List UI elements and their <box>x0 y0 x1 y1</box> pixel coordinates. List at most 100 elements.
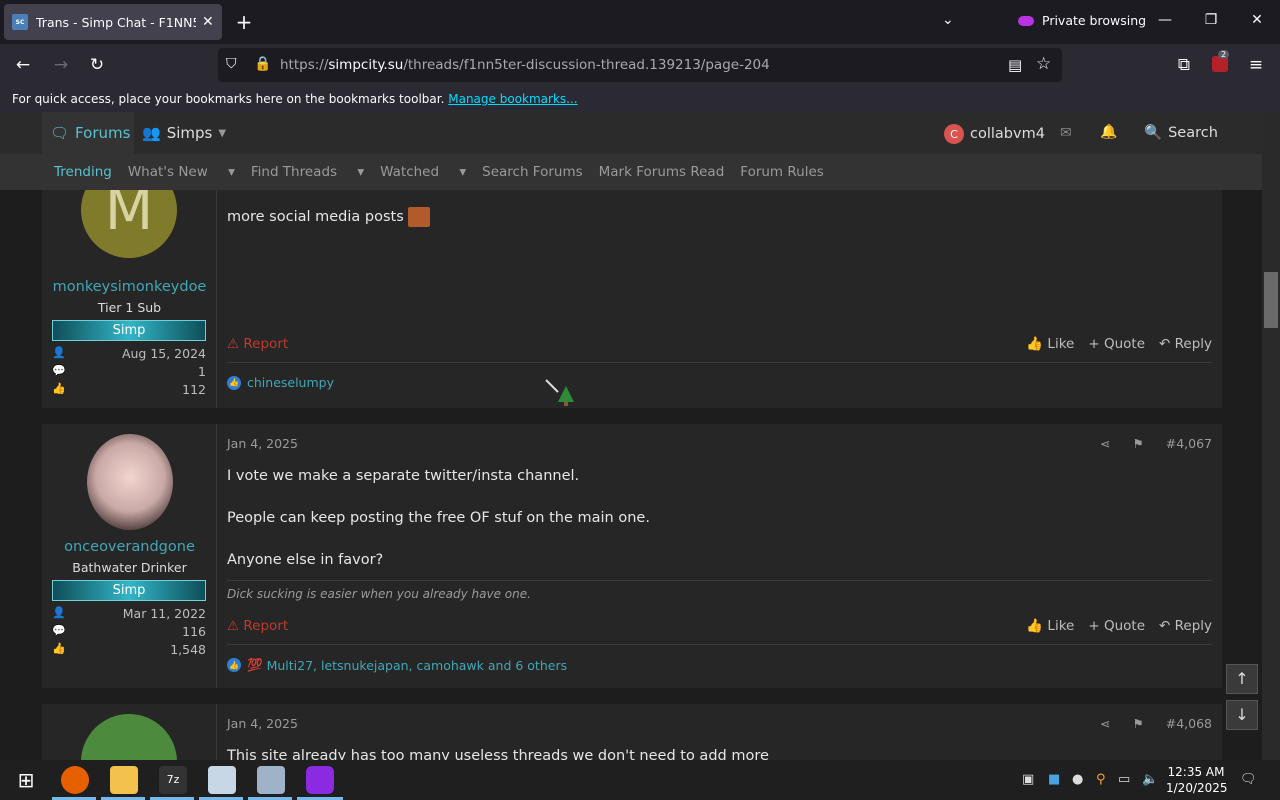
report-link[interactable]: ⚠ Report <box>227 618 288 634</box>
user-column <box>42 704 217 760</box>
post-main: more social media posts ⚠ Report 👍 Like … <box>227 172 1212 408</box>
account-menu[interactable]: C collabvm4 <box>944 124 1045 144</box>
stat-reactions: 👍 112 <box>52 382 206 397</box>
tab-forums[interactable]: 🗨 Forums <box>42 112 134 154</box>
comment-icon: 💬 <box>52 624 66 637</box>
quote-button[interactable]: + Quote <box>1088 336 1145 352</box>
url-bar[interactable]: ⛉ 🔒 https://simpcity.su/threads/f1nn5ter… <box>218 48 1062 82</box>
clock[interactable]: 12:35 AM 1/20/2025 <box>1166 764 1228 796</box>
share-icon[interactable]: ⋖ <box>1100 716 1110 731</box>
post-date[interactable]: Jan 4, 2025 <box>227 716 298 731</box>
reader-view-icon[interactable]: ▤ <box>1008 56 1022 74</box>
bell-icon[interactable]: 🔔 <box>1100 124 1117 140</box>
like-button[interactable]: 👍 Like <box>1026 336 1074 352</box>
tray-search-icon[interactable]: ⚲ <box>1096 772 1106 787</box>
post: M monkeysimonkeydoe Tier 1 Sub Simp 👤 Aug… <box>42 162 1222 408</box>
windows-start-icon[interactable]: ⊞ <box>12 766 40 794</box>
tab-close-icon[interactable]: ✕ <box>202 14 214 30</box>
subnav-whats-new[interactable]: What's New ▾ <box>128 164 235 180</box>
menu-icon[interactable]: ≡ <box>1245 54 1267 76</box>
scrollbar-thumb[interactable] <box>1264 272 1278 328</box>
subnav-trending[interactable]: Trending <box>54 164 112 180</box>
report-link[interactable]: ⚠ Report <box>227 336 288 352</box>
clock-date: 1/20/2025 <box>1166 781 1228 795</box>
subnav-watched[interactable]: Watched ▾ <box>380 164 466 180</box>
new-tab-icon[interactable]: + <box>232 10 256 34</box>
tray-drop-icon[interactable]: ● <box>1072 772 1083 787</box>
restore-icon[interactable]: ❐ <box>1201 10 1221 30</box>
tab-simps-label: Simps <box>166 124 213 142</box>
private-mask-icon <box>1018 15 1034 26</box>
search-icon: 🔍 <box>1144 125 1163 141</box>
search-button[interactable]: 🔍 Search <box>1144 124 1218 142</box>
reload-icon[interactable]: ↻ <box>86 54 108 76</box>
post-number[interactable]: #4,068 <box>1166 716 1212 731</box>
reactors-link[interactable]: Multi27, letsnukejapan, camohawk and 6 o… <box>267 658 568 673</box>
inbox-icon[interactable]: ✉ <box>1060 125 1072 141</box>
volume-icon[interactable]: 🔈 <box>1142 772 1158 787</box>
extensions-icon[interactable]: ⧉ <box>1173 54 1195 76</box>
post-date[interactable]: Jan 4, 2025 <box>227 436 298 451</box>
subnav-forum-rules[interactable]: Forum Rules <box>740 164 824 180</box>
post-text: This site already has too many useless t… <box>227 748 769 760</box>
username[interactable]: monkeysimonkeydoe <box>42 279 217 295</box>
notifications-icon[interactable]: 🗨 <box>1240 772 1257 787</box>
subnav-mark-read[interactable]: Mark Forums Read <box>599 164 725 180</box>
back-icon[interactable]: ← <box>12 54 34 76</box>
firefox-private-icon[interactable] <box>306 766 334 794</box>
tab-forums-label: Forums <box>75 124 131 142</box>
tab-strip: SC Trans - Simp Chat - F1NN5TER ✕ + ⌄ Pr… <box>0 0 1280 44</box>
tab-simps[interactable]: 👥 Simps ▼ <box>142 112 226 154</box>
page-scrollbar[interactable] <box>1262 112 1280 760</box>
subnav-find-threads[interactable]: Find Threads ▾ <box>251 164 364 180</box>
tray-app-icon[interactable]: ▣ <box>1022 772 1034 787</box>
tray-square-icon[interactable]: ■ <box>1048 772 1060 787</box>
subnav-search-forums[interactable]: Search Forums <box>482 164 583 180</box>
like-reaction-icon: 👍 <box>227 658 241 672</box>
scroll-bottom-button[interactable]: ↓ <box>1226 700 1258 730</box>
quote-button[interactable]: + Quote <box>1088 618 1145 634</box>
post-number[interactable]: #4,067 <box>1166 436 1212 451</box>
reactors-link[interactable]: chineselumpy <box>247 375 334 390</box>
firefox-icon[interactable] <box>61 766 89 794</box>
minimize-icon[interactable]: — <box>1155 10 1175 30</box>
stat-joined: 👤 Mar 11, 2022 <box>52 606 206 621</box>
reply-button[interactable]: ↶ Reply <box>1159 618 1212 634</box>
like-button[interactable]: 👍 Like <box>1026 618 1074 634</box>
file-explorer-icon[interactable] <box>110 766 138 794</box>
forum-header: 🗨 Forums 👥 Simps ▼ C collabvm4 ✉ 🔔 🔍 Sea… <box>0 112 1262 154</box>
stat-messages: 💬 1 <box>52 364 206 379</box>
tab-title: Trans - Simp Chat - F1NN5TER <box>36 14 196 30</box>
list-tabs-chevron-icon[interactable]: ⌄ <box>942 12 954 28</box>
post-main: Jan 4, 2025 ⋖ ⚑ #4,068 This site already… <box>227 704 1212 760</box>
browser-tab[interactable]: SC Trans - Simp Chat - F1NN5TER ✕ <box>4 4 222 40</box>
private-browsing-indicator: Private browsing <box>1018 13 1146 28</box>
chevron-down-icon: ▼ <box>218 127 227 139</box>
username[interactable]: onceoverandgone <box>42 539 217 555</box>
scroll-top-button[interactable]: ↑ <box>1226 664 1258 694</box>
window-close-icon[interactable]: ✕ <box>1247 10 1267 30</box>
extension-badge: 2 <box>1218 50 1230 59</box>
bookmark-star-icon[interactable]: ☆ <box>1036 54 1051 74</box>
account-username: collabvm4 <box>970 126 1045 142</box>
network-app-icon[interactable] <box>257 766 285 794</box>
share-icon[interactable]: ⋖ <box>1100 436 1110 451</box>
post-header-actions: ⋖ ⚑ #4,068 <box>1100 716 1212 731</box>
post-text: more social media posts <box>227 207 430 227</box>
hundred-reaction-icon: 💯 <box>247 657 263 672</box>
bookmark-icon[interactable]: ⚑ <box>1133 436 1144 451</box>
lock-icon[interactable]: 🔒 <box>254 56 271 74</box>
avatar[interactable] <box>87 434 173 530</box>
reply-button[interactable]: ↶ Reply <box>1159 336 1212 352</box>
person-icon: 👤 <box>52 606 66 619</box>
network-icon[interactable]: ▭ <box>1118 772 1130 787</box>
tracking-shield-icon[interactable]: ⛉ <box>226 56 242 74</box>
manage-bookmarks-link[interactable]: Manage bookmarks... <box>448 92 577 106</box>
bookmark-icon[interactable]: ⚑ <box>1133 716 1144 731</box>
7zip-icon[interactable]: 7z <box>159 766 187 794</box>
avatar[interactable] <box>81 714 177 760</box>
app-icon[interactable] <box>208 766 236 794</box>
forward-icon[interactable]: → <box>50 54 72 76</box>
url-text[interactable]: https://simpcity.su/threads/f1nn5ter-dis… <box>280 57 770 73</box>
site-favicon-icon: SC <box>12 14 28 30</box>
